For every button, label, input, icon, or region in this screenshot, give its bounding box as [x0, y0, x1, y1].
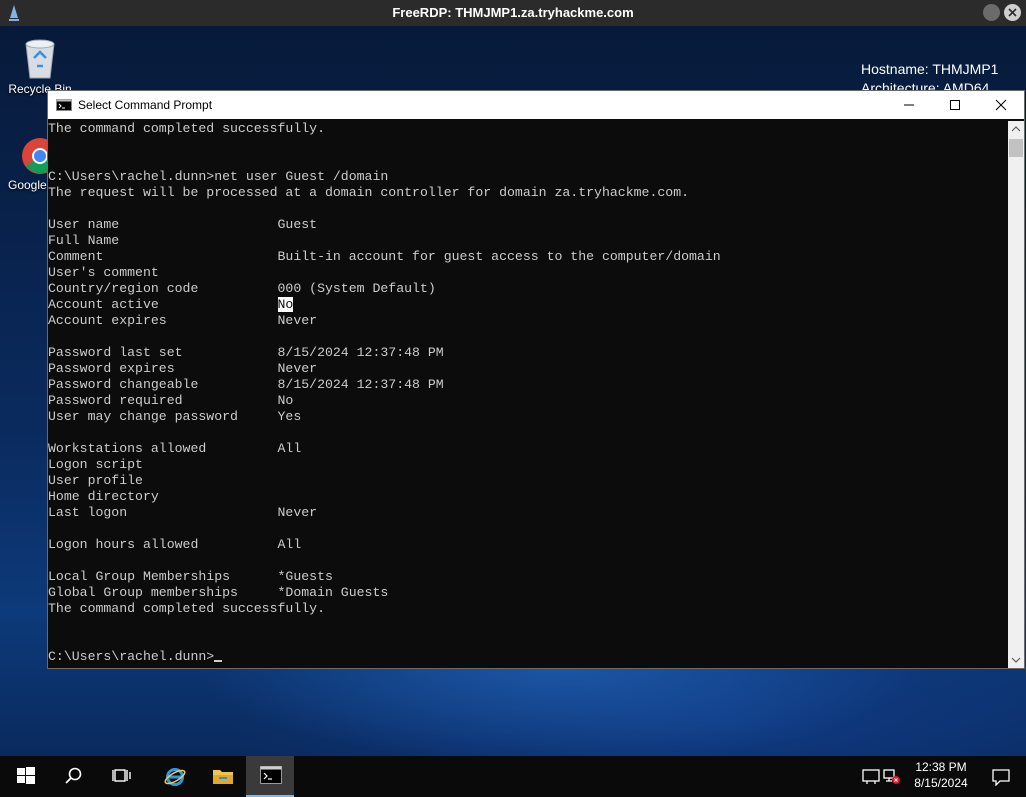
- console-line: User's comment: [48, 265, 159, 280]
- scroll-down-button[interactable]: [1008, 652, 1024, 668]
- task-view-button[interactable]: [98, 756, 146, 797]
- console-line: The command completed successfully.: [48, 121, 325, 136]
- chevron-down-icon: [1011, 657, 1021, 663]
- console-prompt-line[interactable]: C:\Users\rachel.dunn>: [48, 649, 1008, 665]
- maximize-button[interactable]: [932, 91, 978, 119]
- console-line: Local Group Memberships *Guests: [48, 569, 333, 584]
- console-lines: The command completed successfully. C:\U…: [48, 121, 1008, 297]
- console-line: The request will be processed at a domai…: [48, 185, 690, 200]
- console-line: Password required No: [48, 393, 294, 408]
- maximize-icon: [950, 100, 960, 110]
- console-line: User name Guest: [48, 217, 318, 232]
- command-prompt-taskbar-button[interactable]: [246, 756, 294, 797]
- console-line: Workstations allowed All: [48, 441, 302, 456]
- bginfo-hostname: Hostname: THMJMP1: [861, 61, 999, 77]
- scroll-thumb[interactable]: [1009, 139, 1023, 157]
- console-line: User may change password Yes: [48, 409, 302, 424]
- task-view-icon: [112, 769, 131, 782]
- action-center-flag-icon[interactable]: [862, 767, 882, 785]
- console-line: Account expires Never: [48, 313, 318, 328]
- windows-start-icon: [17, 767, 35, 784]
- command-prompt-title: Select Command Prompt: [78, 98, 213, 112]
- close-icon: [1008, 8, 1017, 17]
- minimize-button[interactable]: [886, 91, 932, 119]
- console-line: Country/region code 000 (System Default): [48, 281, 436, 296]
- account-active-label: Account active: [48, 297, 278, 312]
- notifications-button[interactable]: [978, 756, 1024, 797]
- freerdp-window-title: FreeRDP: THMJMP1.za.tryhackme.com: [392, 5, 634, 20]
- chevron-up-icon: [1011, 126, 1021, 132]
- file-explorer-icon: [213, 770, 233, 784]
- console-line: Logon hours allowed All: [48, 537, 302, 552]
- command-prompt-icon: [260, 766, 282, 784]
- search-button[interactable]: [50, 756, 98, 797]
- command-prompt-window[interactable]: Select Command Prompt The command comple…: [47, 90, 1025, 669]
- selected-text[interactable]: No: [277, 297, 294, 312]
- clock-time: 12:38 PM: [915, 760, 967, 774]
- command-prompt-icon: [56, 99, 72, 111]
- freerdp-close-button[interactable]: [1004, 4, 1021, 21]
- close-button[interactable]: [978, 91, 1024, 119]
- console-line: Logon script: [48, 457, 143, 472]
- network-disconnected-icon[interactable]: [882, 767, 902, 785]
- scroll-up-button[interactable]: [1008, 121, 1024, 137]
- console-prompt: C:\Users\rachel.dunn>: [48, 649, 215, 664]
- freerdp-titlebar: FreeRDP: THMJMP1.za.tryhackme.com: [0, 0, 1026, 26]
- console-line: C:\Users\rachel.dunn>net user Guest /dom…: [48, 169, 389, 184]
- console-line: The command completed successfully.: [48, 601, 325, 616]
- console-line: Full Name: [48, 233, 120, 248]
- text-cursor: [214, 660, 223, 662]
- command-prompt-titlebar[interactable]: Select Command Prompt: [48, 91, 1024, 119]
- file-explorer-button[interactable]: [198, 756, 246, 797]
- internet-explorer-icon: [164, 768, 186, 786]
- recycle-bin-icon: [25, 39, 55, 79]
- console-line: Global Group memberships *Domain Guests: [48, 585, 389, 600]
- clock-date: 8/15/2024: [914, 776, 968, 790]
- console-line: Comment Built-in account for guest acces…: [48, 249, 721, 264]
- close-icon: [995, 99, 1007, 111]
- notifications-icon: [992, 769, 1010, 786]
- minimize-icon: [904, 104, 914, 106]
- console-line: Last logon Never: [48, 505, 318, 520]
- console-line-account-active: Account active No: [48, 297, 1008, 313]
- search-icon: [65, 767, 82, 784]
- console-line: User profile: [48, 473, 143, 488]
- start-button[interactable]: [2, 756, 50, 797]
- console-scrollbar[interactable]: [1008, 121, 1024, 668]
- desktop-icon-recycle-bin[interactable]: Recycle Bin: [8, 36, 72, 96]
- taskbar: 12:38 PM 8/15/2024: [0, 756, 1026, 797]
- console-line: Password changeable 8/15/2024 12:37:48 P…: [48, 377, 444, 392]
- console-line: Password expires Never: [48, 361, 318, 376]
- console-lines: Account expires Never Password last set …: [48, 313, 1008, 649]
- console-output[interactable]: The command completed successfully. C:\U…: [48, 121, 1008, 668]
- internet-explorer-button[interactable]: [150, 756, 198, 797]
- console-line: Password last set 8/15/2024 12:37:48 PM: [48, 345, 444, 360]
- freerdp-minimize-button[interactable]: [983, 4, 1000, 21]
- taskbar-clock[interactable]: 12:38 PM 8/15/2024: [906, 759, 976, 791]
- system-tray: [862, 767, 908, 787]
- console-line: Home directory: [48, 489, 159, 504]
